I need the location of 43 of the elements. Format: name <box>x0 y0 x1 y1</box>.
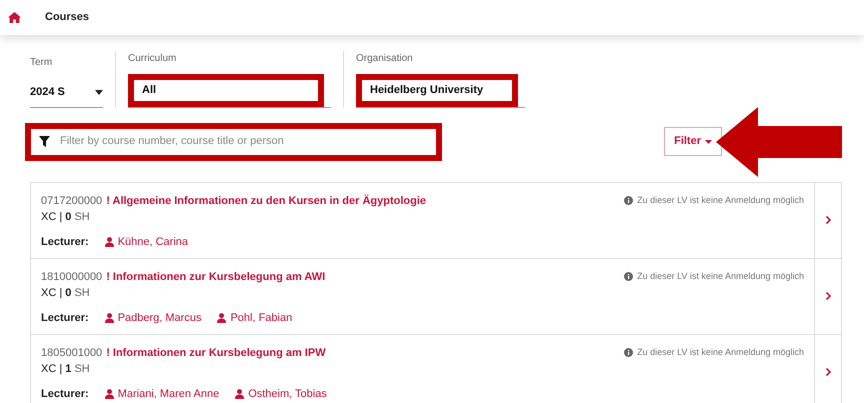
info-icon <box>624 272 634 282</box>
registration-notice: Zu dieser LV ist keine Anmeldung möglich <box>637 270 804 283</box>
field-label: Organisation <box>356 52 414 66</box>
text-field[interactable]: Heidelberg University <box>362 80 512 100</box>
course-credits: XC | 1 SH <box>41 362 91 377</box>
person-icon <box>104 236 114 247</box>
lecturer-link[interactable]: Kühne, Carina <box>104 234 188 250</box>
search-field[interactable]: Filter by course number, course title or person <box>31 128 436 154</box>
course-title-link[interactable]: ! Allgemeine Informationen zu den Kursen in der Ägyptologie <box>106 192 426 209</box>
text-field[interactable]: All <box>134 80 318 100</box>
lecturer-link[interactable]: Padberg, Marcus <box>104 310 202 326</box>
course-credits: XC | 0 SH <box>41 286 91 301</box>
home-icon[interactable] <box>8 12 21 23</box>
registration-notice: Zu dieser LV ist keine Anmeldung möglich <box>637 346 804 359</box>
lecturer-link[interactable]: Pohl, Fabian <box>217 310 292 326</box>
info-icon <box>624 196 634 206</box>
caret-icon <box>95 90 103 95</box>
filter-button[interactable]: Filter <box>664 127 722 156</box>
filter-icon <box>39 136 50 147</box>
registration-notice: Zu dieser LV ist keine Anmeldung möglich <box>637 194 804 207</box>
course-number: 1810000000 <box>41 270 102 284</box>
chevron-right-icon[interactable] <box>826 216 830 224</box>
field-label: Curriculum <box>128 52 178 66</box>
lecturer-label: Lecturer: <box>41 310 89 326</box>
person-icon <box>235 388 244 399</box>
person-icon <box>104 312 114 323</box>
person-icon <box>217 312 226 323</box>
person-icon <box>104 388 114 399</box>
info-icon <box>624 348 634 358</box>
lecturer-label: Lecturer: <box>41 386 89 402</box>
course-credits: XC | 0 SH <box>41 210 91 225</box>
lecturer-label: Lecturer: <box>41 234 89 250</box>
course-title-link[interactable]: ! Informationen zur Kursbelegung am IPW <box>106 344 326 361</box>
course-number: 1805001000 <box>41 346 102 360</box>
chevron-right-icon[interactable] <box>826 292 830 300</box>
field-label: Term <box>30 56 54 70</box>
course-title-link[interactable]: ! Informationen zur Kursbelegung am AWI <box>106 268 326 285</box>
lecturer-link[interactable]: Mariani, Maren Anne <box>104 386 220 402</box>
course-number: 0717200000 <box>41 194 102 208</box>
caret-icon <box>705 140 712 144</box>
chevron-right-icon[interactable] <box>826 368 830 376</box>
page-title: Courses <box>45 10 90 26</box>
lecturer-link[interactable]: Ostheim, Tobias <box>235 386 327 402</box>
